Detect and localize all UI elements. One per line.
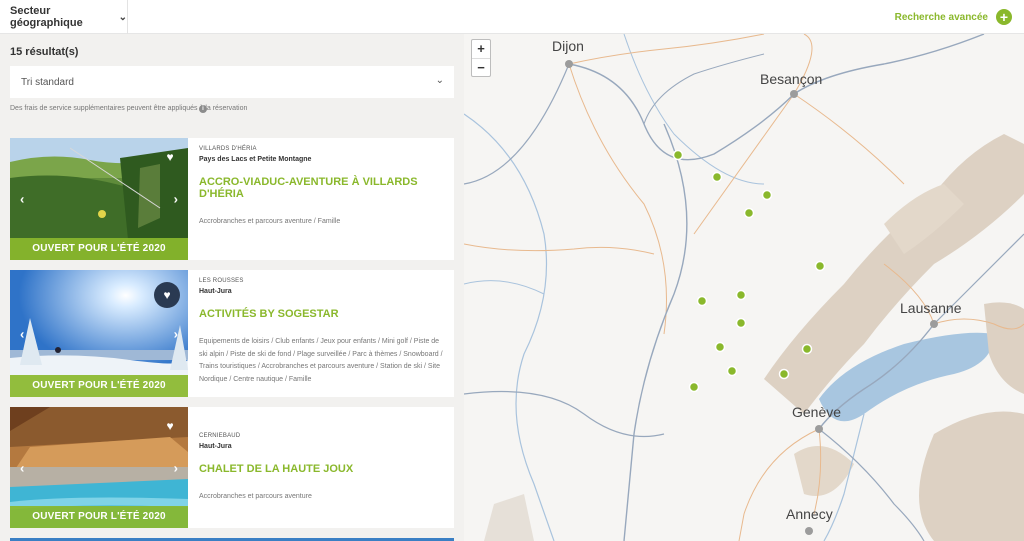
- previous-image-icon[interactable]: ‹: [20, 326, 24, 341]
- card-town: Villards d'Héria: [199, 146, 257, 152]
- map-panel[interactable]: + − Dijon Besançon Lausanne Genève Annec…: [464, 34, 1024, 541]
- result-card[interactable]: ♥ ‹ › OUVERT POUR L'ÉTÉ 2020 Cerniebaud …: [10, 407, 454, 528]
- map-marker[interactable]: [801, 343, 813, 355]
- map-marker[interactable]: [735, 317, 747, 329]
- open-banner: OUVERT POUR L'ÉTÉ 2020: [10, 238, 188, 260]
- open-banner: OUVERT POUR L'ÉTÉ 2020: [10, 506, 188, 528]
- next-image-icon[interactable]: ›: [174, 192, 178, 207]
- map-marker[interactable]: [778, 368, 790, 380]
- card-tags: Accrobranches et parcours aventure / Fam…: [199, 218, 341, 225]
- map-marker[interactable]: [672, 149, 684, 161]
- card-image[interactable]: ♥ ‹ › OUVERT POUR L'ÉTÉ 2020: [10, 407, 188, 528]
- sector-dropdown[interactable]: Secteur géographique ⌄: [0, 0, 128, 34]
- chevron-down-icon: ⌄: [435, 75, 444, 86]
- sort-value: Tri standard: [21, 76, 74, 88]
- info-icon: i: [199, 104, 207, 113]
- card-tags: Accrobranches et parcours aventure: [199, 493, 312, 500]
- results-panel: 15 résultat(s) Tri standard ⌄ i Des frai…: [0, 34, 464, 541]
- next-image-icon[interactable]: ›: [174, 326, 178, 341]
- top-bar: Secteur géographique ⌄ Recherche avancée…: [0, 0, 1024, 34]
- fee-note-text: Des frais de service supplémentaires peu…: [10, 105, 248, 112]
- map-marker[interactable]: [814, 260, 826, 272]
- card-town: Les Rousses: [199, 278, 244, 284]
- card-title[interactable]: Chalet de la Haute Joux: [199, 463, 449, 475]
- results-count: 15 résultat(s): [10, 46, 79, 58]
- card-title[interactable]: Accro-viaduc-aventure à Villards d'Héria: [199, 176, 454, 200]
- result-card[interactable]: ♥ ‹ › OUVERT POUR L'ÉTÉ 2020 Les Rousses…: [10, 270, 454, 397]
- map-marker[interactable]: [696, 295, 708, 307]
- advanced-search-button[interactable]: Recherche avancée +: [895, 0, 1012, 34]
- card-town: Cerniebaud: [199, 433, 241, 439]
- map-marker[interactable]: [711, 171, 723, 183]
- plus-icon: +: [996, 9, 1012, 25]
- map-markers: [672, 149, 826, 393]
- card-region: Haut-Jura: [199, 288, 232, 295]
- open-banner: OUVERT POUR L'ÉTÉ 2020: [10, 375, 188, 397]
- card-region: Pays des Lacs et Petite Montagne: [199, 156, 312, 163]
- previous-image-icon[interactable]: ‹: [20, 460, 24, 475]
- favorite-heart-icon[interactable]: ♥: [160, 147, 180, 167]
- map-marker[interactable]: [726, 365, 738, 377]
- card-region: Haut-Jura: [199, 443, 232, 450]
- favorite-heart-icon[interactable]: ♥: [154, 282, 180, 308]
- favorite-heart-icon[interactable]: ♥: [160, 416, 180, 436]
- card-title[interactable]: Activités by Sogestar: [199, 308, 449, 320]
- advanced-search-label: Recherche avancée: [894, 11, 988, 23]
- map-marker[interactable]: [743, 207, 755, 219]
- map-marker[interactable]: [688, 381, 700, 393]
- card-tags: Equipements de loisirs / Club enfants / …: [199, 338, 443, 383]
- chevron-down-icon: ⌄: [118, 11, 127, 23]
- fee-note: i Des frais de service supplémentaires p…: [10, 104, 248, 113]
- previous-image-icon[interactable]: ‹: [20, 192, 24, 207]
- card-image[interactable]: ♥ ‹ › OUVERT POUR L'ÉTÉ 2020: [10, 138, 188, 260]
- card-image[interactable]: ♥ ‹ › OUVERT POUR L'ÉTÉ 2020: [10, 270, 188, 397]
- map-marker[interactable]: [714, 341, 726, 353]
- next-image-icon[interactable]: ›: [174, 460, 178, 475]
- sort-select[interactable]: Tri standard ⌄: [10, 66, 454, 98]
- map-marker[interactable]: [735, 289, 747, 301]
- map-marker[interactable]: [761, 189, 773, 201]
- sector-label: Secteur géographique: [10, 5, 83, 29]
- result-card[interactable]: ♥ ‹ › OUVERT POUR L'ÉTÉ 2020 Villards d'…: [10, 138, 454, 260]
